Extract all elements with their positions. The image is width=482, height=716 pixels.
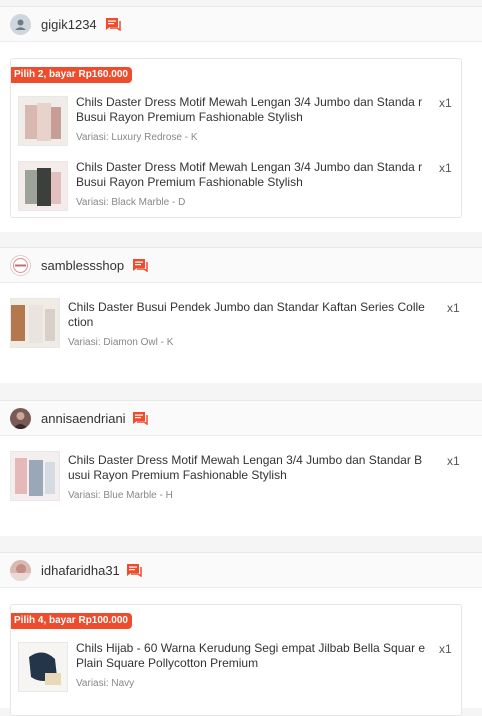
shop-card: annisaendriani Chils Daster Dress Motif … <box>0 400 482 536</box>
product-item[interactable]: Chils Daster Dress Motif Mewah Lengan 3/… <box>11 89 461 149</box>
user-avatar-icon <box>10 560 31 581</box>
promo-badge: Pilih 4, bayar Rp100.000 <box>11 613 132 629</box>
user-avatar-icon <box>10 408 31 429</box>
chat-icon[interactable] <box>105 17 121 31</box>
product-qty: x1 <box>439 96 452 110</box>
product-item[interactable]: Chils Daster Busui Pendek Jumbo dan Stan… <box>0 288 482 348</box>
product-title[interactable]: Chils Daster Dress Motif Mewah Lengan 3/… <box>76 160 438 190</box>
order-list: gigik1234 Pilih 2, bayar Rp160.000 Chils… <box>0 0 482 716</box>
shop-logo-icon <box>10 255 31 276</box>
promo-bundle: Pilih 4, bayar Rp100.000 Chils Hijab - 6… <box>10 604 462 716</box>
product-image <box>18 161 68 211</box>
product-variant: Variasi: Luxury Redrose - K <box>76 132 198 143</box>
product-title[interactable]: Chils Hijab - 60 Warna Kerudung Segi emp… <box>76 641 438 671</box>
shop-header[interactable]: gigik1234 <box>0 7 482 42</box>
shop-card: gigik1234 Pilih 2, bayar Rp160.000 Chils… <box>0 6 482 232</box>
product-item[interactable]: Chils Hijab - 60 Warna Kerudung Segi emp… <box>11 635 461 695</box>
product-variant: Variasi: Diamon Owl - K <box>68 337 174 348</box>
product-variant: Variasi: Blue Marble - H <box>68 490 173 501</box>
shop-name[interactable]: gigik1234 <box>41 17 97 33</box>
shop-header[interactable]: samblessshop <box>0 248 482 283</box>
shop-name[interactable]: annisaendriani <box>41 411 126 427</box>
product-variant: Variasi: Black Marble - D <box>76 197 186 208</box>
product-qty: x1 <box>447 301 460 315</box>
promo-bundle: Pilih 2, bayar Rp160.000 Chils Daster Dr… <box>10 58 462 218</box>
shop-card: samblessshop Chils Daster Busui Pendek J… <box>0 247 482 383</box>
product-title[interactable]: Chils Daster Dress Motif Mewah Lengan 3/… <box>76 95 438 125</box>
product-qty: x1 <box>439 161 452 175</box>
product-title[interactable]: Chils Daster Dress Motif Mewah Lengan 3/… <box>68 453 440 483</box>
shop-card: idhafaridha31 Pilih 4, bayar Rp100.000 C… <box>0 552 482 716</box>
product-image <box>10 451 60 501</box>
default-avatar-icon <box>10 14 31 35</box>
product-variant: Variasi: Navy <box>76 678 135 689</box>
product-image <box>10 298 60 348</box>
chat-icon[interactable] <box>132 411 148 425</box>
promo-badge: Pilih 2, bayar Rp160.000 <box>11 67 132 83</box>
product-qty: x1 <box>447 454 460 468</box>
shop-header[interactable]: idhafaridha31 <box>0 553 482 588</box>
product-image <box>18 642 68 692</box>
chat-icon[interactable] <box>126 563 142 577</box>
product-item[interactable]: Chils Daster Dress Motif Mewah Lengan 3/… <box>11 154 461 214</box>
shop-header[interactable]: annisaendriani <box>0 401 482 436</box>
product-qty: x1 <box>439 642 452 656</box>
shop-name[interactable]: samblessshop <box>41 258 124 274</box>
chat-icon[interactable] <box>132 258 148 272</box>
product-title[interactable]: Chils Daster Busui Pendek Jumbo dan Stan… <box>68 300 440 330</box>
product-item[interactable]: Chils Daster Dress Motif Mewah Lengan 3/… <box>0 441 482 501</box>
shop-name[interactable]: idhafaridha31 <box>41 563 120 579</box>
product-image <box>18 96 68 146</box>
